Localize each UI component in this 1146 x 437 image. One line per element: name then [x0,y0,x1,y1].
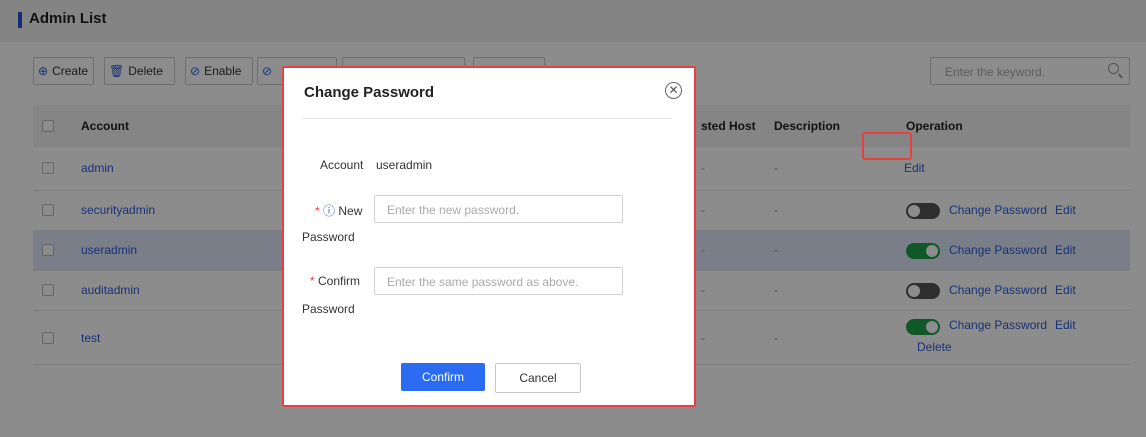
new-password-label-line2: Password [302,230,355,244]
confirm-password-label-line1: Confirm [318,274,361,288]
confirm-button[interactable]: Confirm [401,363,485,391]
close-icon[interactable]: ✕ [665,82,682,99]
dialog-divider [302,118,672,119]
dialog-title: Change Password [304,84,435,101]
toggle-highlight-box [862,132,912,160]
change-password-dialog: Change Password ✕ Account useradmin * ⓘ … [282,66,696,407]
new-password-input[interactable] [385,197,619,223]
required-mark: * [315,204,320,218]
account-label: Account [320,158,364,172]
account-value: useradmin [376,158,433,172]
required-mark: * [310,274,315,288]
new-password-label: * ⓘ New [315,202,362,219]
confirm-password-label: * Confirm [310,274,360,288]
info-icon: ⓘ [323,204,336,218]
new-password-field [374,195,623,223]
confirm-password-field [374,267,623,295]
new-password-label-line1: New [338,204,363,218]
confirm-password-label-line2: Password [302,302,355,316]
cancel-button[interactable]: Cancel [495,363,581,393]
confirm-password-input[interactable] [385,269,619,295]
